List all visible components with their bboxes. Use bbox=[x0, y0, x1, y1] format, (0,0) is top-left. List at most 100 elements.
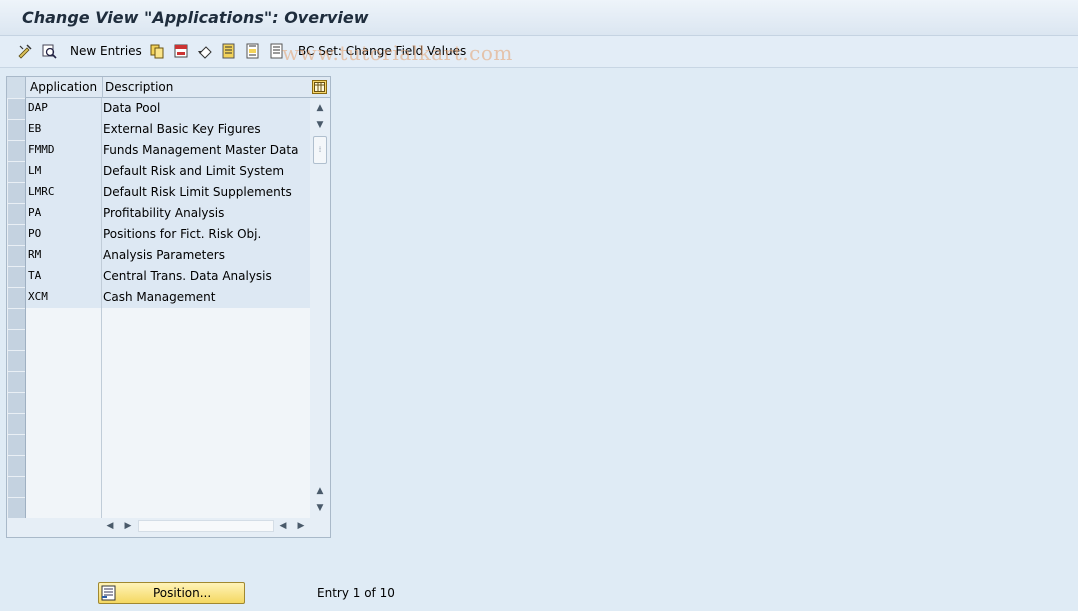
description-cell[interactable]: Cash Management bbox=[102, 287, 310, 308]
row-selector[interactable] bbox=[7, 266, 26, 287]
scroll-up-icon[interactable]: ▲ bbox=[315, 486, 325, 496]
application-cell[interactable]: PO bbox=[26, 224, 102, 245]
description-cell[interactable]: Data Pool bbox=[102, 98, 310, 119]
scroll-left-icon[interactable]: ◀ bbox=[278, 518, 288, 534]
table-row[interactable] bbox=[7, 308, 310, 329]
other-view-icon[interactable] bbox=[40, 43, 57, 59]
application-cell[interactable] bbox=[26, 329, 102, 350]
row-selector[interactable] bbox=[7, 119, 26, 140]
row-selector[interactable] bbox=[7, 371, 26, 392]
horizontal-scrollbar[interactable]: ◀ ▶ ◀ ▶ bbox=[105, 518, 313, 534]
select-all-rows-button[interactable] bbox=[7, 77, 26, 98]
scroll-up-icon[interactable]: ▲ bbox=[315, 103, 325, 113]
copy-icon[interactable] bbox=[148, 43, 165, 59]
undo-icon[interactable] bbox=[196, 43, 213, 59]
table-row[interactable] bbox=[7, 371, 310, 392]
application-cell[interactable]: FMMD bbox=[26, 140, 102, 161]
table-row[interactable]: LM Default Risk and Limit System bbox=[7, 161, 310, 182]
column-header-application[interactable]: Application bbox=[30, 80, 97, 94]
table-row[interactable]: LMRC Default Risk Limit Supplements bbox=[7, 182, 310, 203]
row-selector[interactable] bbox=[7, 497, 26, 518]
scroll-down-icon[interactable]: ▼ bbox=[315, 120, 325, 130]
table-row[interactable]: FMMD Funds Management Master Data bbox=[7, 140, 310, 161]
application-cell[interactable]: LMRC bbox=[26, 182, 102, 203]
application-cell[interactable] bbox=[26, 497, 102, 518]
application-cell[interactable] bbox=[26, 476, 102, 497]
description-cell[interactable]: Positions for Fict. Risk Obj. bbox=[102, 224, 310, 245]
table-row[interactable]: XCM Cash Management bbox=[7, 287, 310, 308]
row-selector[interactable] bbox=[7, 413, 26, 434]
table-row[interactable]: TA Central Trans. Data Analysis bbox=[7, 266, 310, 287]
table-settings-icon[interactable] bbox=[312, 80, 327, 94]
row-selector[interactable] bbox=[7, 350, 26, 371]
row-selector[interactable] bbox=[7, 287, 26, 308]
table-row[interactable]: DAP Data Pool bbox=[7, 98, 310, 119]
scroll-left-icon[interactable]: ◀ bbox=[105, 518, 115, 534]
table-row[interactable]: PO Positions for Fict. Risk Obj. bbox=[7, 224, 310, 245]
application-cell[interactable]: PA bbox=[26, 203, 102, 224]
scroll-right-icon[interactable]: ▶ bbox=[296, 518, 306, 534]
description-cell[interactable] bbox=[102, 434, 310, 455]
table-row[interactable] bbox=[7, 413, 310, 434]
application-cell[interactable]: EB bbox=[26, 119, 102, 140]
description-cell[interactable] bbox=[102, 392, 310, 413]
row-selector[interactable] bbox=[7, 140, 26, 161]
select-all-icon[interactable] bbox=[220, 43, 237, 59]
row-selector[interactable] bbox=[7, 308, 26, 329]
column-header-description[interactable]: Description bbox=[105, 80, 173, 94]
row-selector[interactable] bbox=[7, 98, 26, 119]
row-selector[interactable] bbox=[7, 476, 26, 497]
application-cell[interactable] bbox=[26, 455, 102, 476]
description-cell[interactable] bbox=[102, 476, 310, 497]
select-block-icon[interactable] bbox=[244, 43, 261, 59]
application-cell[interactable] bbox=[26, 350, 102, 371]
row-selector[interactable] bbox=[7, 329, 26, 350]
scrollbar-track[interactable] bbox=[138, 520, 274, 532]
new-entries-button[interactable]: New Entries bbox=[70, 44, 142, 58]
description-cell[interactable]: Default Risk and Limit System bbox=[102, 161, 310, 182]
application-cell[interactable]: TA bbox=[26, 266, 102, 287]
table-row[interactable] bbox=[7, 329, 310, 350]
application-cell[interactable]: LM bbox=[26, 161, 102, 182]
table-row[interactable] bbox=[7, 350, 310, 371]
row-selector[interactable] bbox=[7, 455, 26, 476]
description-cell[interactable]: Profitability Analysis bbox=[102, 203, 310, 224]
table-row[interactable] bbox=[7, 476, 310, 497]
position-button[interactable]: Position... bbox=[98, 582, 245, 604]
description-cell[interactable] bbox=[102, 329, 310, 350]
application-cell[interactable] bbox=[26, 434, 102, 455]
table-row[interactable] bbox=[7, 455, 310, 476]
application-cell[interactable] bbox=[26, 371, 102, 392]
row-selector[interactable] bbox=[7, 224, 26, 245]
row-selector[interactable] bbox=[7, 182, 26, 203]
description-cell[interactable] bbox=[102, 413, 310, 434]
scroll-right-icon[interactable]: ▶ bbox=[123, 518, 133, 534]
row-selector[interactable] bbox=[7, 392, 26, 413]
description-cell[interactable]: Default Risk Limit Supplements bbox=[102, 182, 310, 203]
table-row[interactable]: EB External Basic Key Figures bbox=[7, 119, 310, 140]
table-row[interactable]: RM Analysis Parameters bbox=[7, 245, 310, 266]
table-row[interactable]: PA Profitability Analysis bbox=[7, 203, 310, 224]
scroll-down-icon[interactable]: ▼ bbox=[315, 503, 325, 513]
row-selector[interactable] bbox=[7, 161, 26, 182]
row-selector[interactable] bbox=[7, 434, 26, 455]
display-change-icon[interactable] bbox=[16, 43, 33, 59]
description-cell[interactable] bbox=[102, 308, 310, 329]
scrollbar-thumb[interactable]: ⁞ bbox=[313, 136, 327, 164]
vertical-scrollbar[interactable]: ▲ ▼ ⁞ ▲ ▼ bbox=[312, 98, 328, 517]
description-cell[interactable] bbox=[102, 455, 310, 476]
application-cell[interactable] bbox=[26, 308, 102, 329]
row-selector[interactable] bbox=[7, 203, 26, 224]
table-row[interactable] bbox=[7, 497, 310, 518]
row-selector[interactable] bbox=[7, 245, 26, 266]
description-cell[interactable]: External Basic Key Figures bbox=[102, 119, 310, 140]
description-cell[interactable]: Analysis Parameters bbox=[102, 245, 310, 266]
description-cell[interactable] bbox=[102, 350, 310, 371]
application-cell[interactable]: RM bbox=[26, 245, 102, 266]
application-cell[interactable]: XCM bbox=[26, 287, 102, 308]
application-cell[interactable] bbox=[26, 392, 102, 413]
table-row[interactable] bbox=[7, 434, 310, 455]
description-cell[interactable] bbox=[102, 371, 310, 392]
table-row[interactable] bbox=[7, 392, 310, 413]
application-cell[interactable]: DAP bbox=[26, 98, 102, 119]
